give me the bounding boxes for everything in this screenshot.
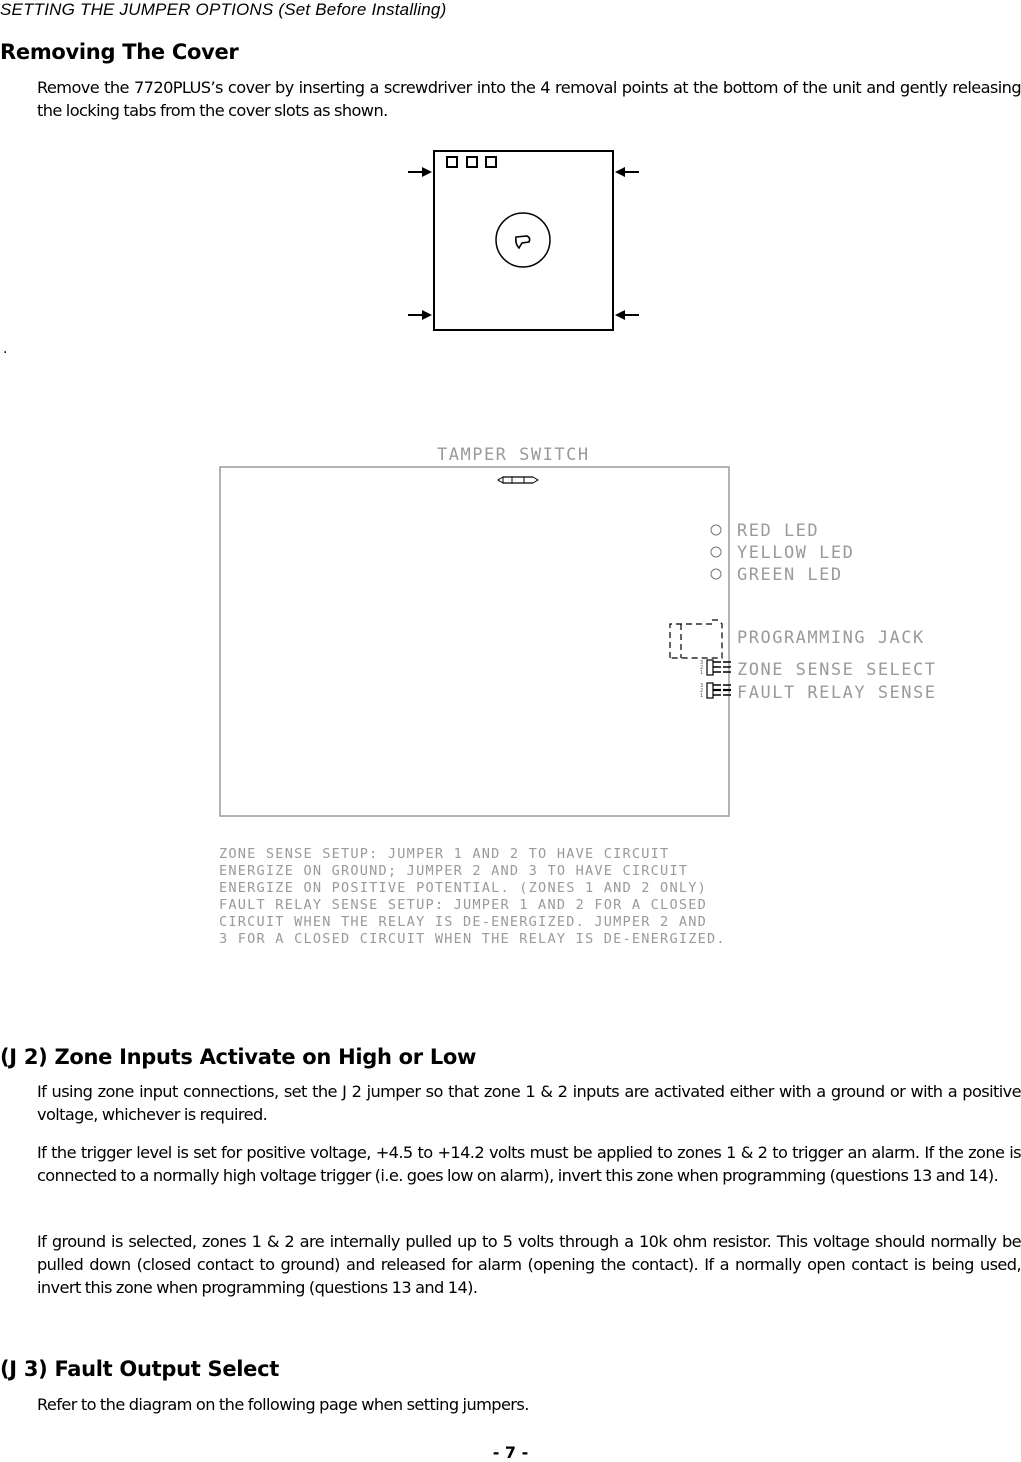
tamper-switch-icon bbox=[497, 476, 539, 484]
yellow-led-label: YELLOW LED bbox=[737, 543, 854, 563]
tamper-switch-label: TAMPER SWITCH bbox=[437, 445, 590, 465]
setup-note-line: FAULT RELAY SENSE SETUP: JUMPER 1 AND 2 … bbox=[219, 897, 707, 913]
green-led-label: GREEN LED bbox=[737, 565, 843, 585]
zone-pin-3: 3 bbox=[700, 660, 703, 666]
removal-arrow-bottom-left-icon bbox=[408, 310, 432, 320]
removal-arrow-bottom-right-icon bbox=[615, 310, 639, 320]
paragraph-j2-1: If using zone input connections, set the… bbox=[37, 1082, 1021, 1124]
paragraph-j2-3: If ground is selected, zones 1 & 2 are i… bbox=[37, 1232, 1021, 1297]
setup-note-line: ENERGIZE ON POSITIVE POTENTIAL. (ZONES 1… bbox=[219, 880, 707, 896]
cover-slot-2 bbox=[466, 156, 478, 168]
page-number: - 7 - bbox=[492, 1443, 529, 1462]
fault-pin-2: 2 bbox=[700, 688, 703, 694]
heading-removing-cover: Removing The Cover bbox=[0, 40, 239, 64]
setup-note-line: ZONE SENSE SETUP: JUMPER 1 AND 2 TO HAVE… bbox=[219, 846, 669, 862]
zone-sense-select-label: ZONE SENSE SELECT bbox=[737, 660, 937, 680]
cover-logo-icon bbox=[515, 235, 531, 250]
green-led-icon bbox=[710, 568, 722, 580]
removal-arrow-top-left-icon bbox=[408, 167, 432, 177]
cover-outline bbox=[433, 150, 614, 331]
cover-circle bbox=[495, 212, 551, 268]
red-led-label: RED LED bbox=[737, 521, 819, 541]
board-diagram: TAMPER SWITCH RED LED YELLOW LED GREEN L… bbox=[219, 445, 937, 947]
heading-j2-zone-inputs: (J 2) Zone Inputs Activate on High or Lo… bbox=[0, 1045, 477, 1069]
red-led-icon bbox=[710, 524, 722, 536]
zone-pin-2: 2 bbox=[700, 665, 703, 671]
cover-slot-1 bbox=[446, 156, 458, 168]
setup-note-line: 3 FOR A CLOSED CIRCUIT WHEN THE RELAY IS… bbox=[219, 931, 726, 947]
board-outline bbox=[219, 466, 730, 817]
fault-pin-3: 3 bbox=[700, 683, 703, 689]
running-header: SETTING THE JUMPER OPTIONS (Set Before I… bbox=[0, 0, 447, 19]
paragraph-j2-2: If the trigger level is set for positive… bbox=[37, 1143, 1021, 1185]
programming-jack-label: PROGRAMMING JACK bbox=[737, 628, 925, 648]
heading-j3-fault-output: (J 3) Fault Output Select bbox=[0, 1357, 279, 1381]
zone-pin-1: 1 bbox=[700, 670, 703, 676]
fault-relay-sense-label: FAULT RELAY SENSE bbox=[737, 683, 937, 703]
paragraph-j3: Refer to the diagram on the following pa… bbox=[37, 1395, 529, 1414]
yellow-led-icon bbox=[710, 546, 722, 558]
paragraph-removing-cover: Remove the 7720PLUS’s cover by inserting… bbox=[37, 78, 1021, 120]
zone-sense-jumper-icon bbox=[706, 659, 731, 676]
cover-slot-3 bbox=[485, 156, 497, 168]
fault-pin-1: 1 bbox=[700, 693, 703, 699]
setup-notes: ZONE SENSE SETUP: JUMPER 1 AND 2 TO HAVE… bbox=[219, 846, 726, 947]
programming-jack-icon bbox=[669, 619, 723, 659]
setup-note-line: ENERGIZE ON GROUND; JUMPER 2 AND 3 TO HA… bbox=[219, 863, 688, 879]
cover-diagram bbox=[408, 150, 639, 331]
removal-arrow-top-right-icon bbox=[615, 167, 639, 177]
stray-period: . bbox=[3, 341, 8, 357]
setup-note-line: CIRCUIT WHEN THE RELAY IS DE-ENERGIZED. … bbox=[219, 914, 707, 930]
fault-relay-jumper-icon bbox=[706, 682, 731, 699]
